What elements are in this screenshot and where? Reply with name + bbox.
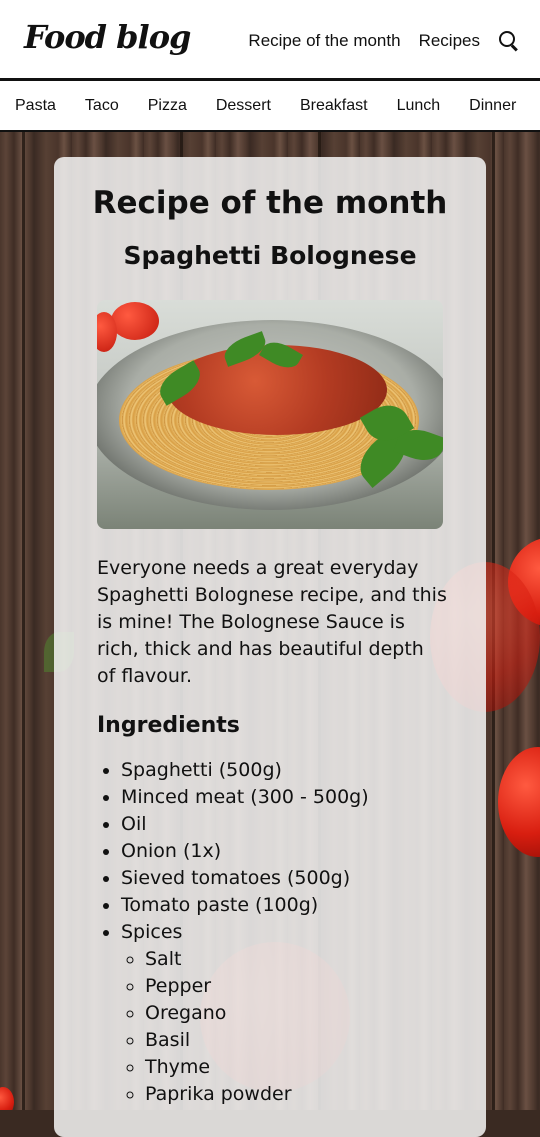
nav-recipe-of-the-month[interactable]: Recipe of the month	[248, 31, 400, 51]
list-item-spices: Spices Salt Pepper Oregano Basil Thyme P…	[121, 919, 369, 1108]
spices-list: Salt Pepper Oregano Basil Thyme Paprika …	[121, 946, 369, 1108]
category-taco[interactable]: Taco	[85, 97, 119, 115]
search-icon[interactable]	[498, 30, 520, 52]
category-lunch[interactable]: Lunch	[397, 97, 441, 115]
list-item: Tomato paste (100g)	[121, 892, 369, 919]
tomato-decoration	[498, 747, 540, 857]
nav-recipes[interactable]: Recipes	[419, 31, 480, 51]
top-navigation: Recipe of the month Recipes	[248, 30, 520, 52]
list-item: Salt	[145, 946, 369, 973]
recipe-card: Recipe of the month Spaghetti Bolognese …	[54, 157, 486, 1137]
tomato-decoration	[0, 1087, 14, 1110]
site-header: Food blog Recipe of the month Recipes	[0, 0, 540, 81]
category-breakfast[interactable]: Breakfast	[300, 97, 368, 115]
recipe-photo	[97, 300, 443, 529]
category-pizza[interactable]: Pizza	[148, 97, 187, 115]
list-item: Oil	[121, 811, 369, 838]
list-item: Oregano	[145, 1000, 369, 1027]
category-dinner[interactable]: Dinner	[469, 97, 516, 115]
recipe-name: Spaghetti Bolognese	[123, 241, 417, 270]
recipe-description: Everyone needs a great everyday Spaghett…	[97, 557, 447, 687]
ingredients-list: Spaghetti (500g) Minced meat (300 - 500g…	[97, 757, 369, 1108]
site-logo[interactable]: Food blog	[24, 18, 191, 56]
list-item: Paprika powder	[145, 1081, 369, 1108]
category-navigation: Pasta Taco Pizza Dessert Breakfast Lunch…	[0, 81, 540, 132]
page-title: Recipe of the month	[92, 185, 448, 221]
list-item: Thyme	[145, 1054, 369, 1081]
category-dessert[interactable]: Dessert	[216, 97, 271, 115]
list-item: Sieved tomatoes (500g)	[121, 865, 369, 892]
plank-seam	[22, 132, 25, 1110]
category-pasta[interactable]: Pasta	[15, 97, 56, 115]
list-item: Pepper	[145, 973, 369, 1000]
list-item: Onion (1x)	[121, 838, 369, 865]
list-item: Spaghetti (500g)	[121, 757, 369, 784]
list-item: Basil	[145, 1027, 369, 1054]
ingredients-heading: Ingredients	[97, 713, 240, 738]
spices-label: Spices	[121, 921, 183, 943]
list-item: Minced meat (300 - 500g)	[121, 784, 369, 811]
